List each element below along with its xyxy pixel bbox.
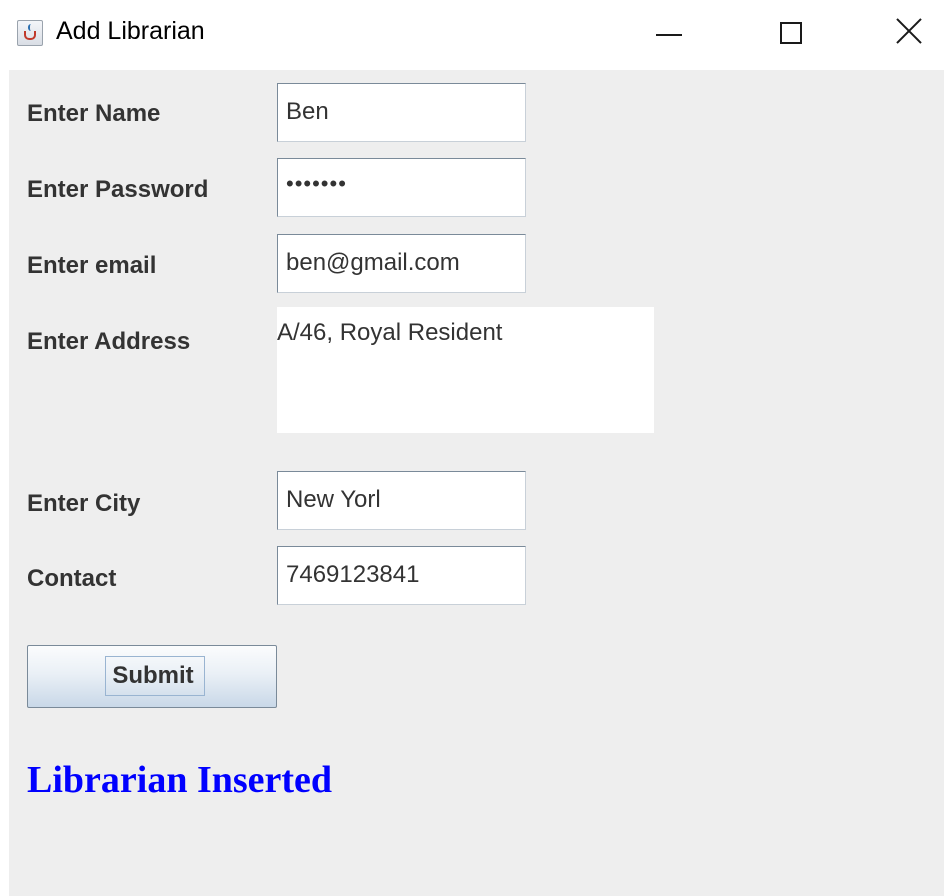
city-label: Enter City xyxy=(27,490,141,517)
name-field[interactable]: Ben xyxy=(277,83,526,142)
window-title: Add Librarian xyxy=(56,17,205,45)
address-label: Enter Address xyxy=(27,328,191,355)
add-librarian-window: Add Librarian Enter Name Ben Enter Passw… xyxy=(0,0,944,896)
contact-label: Contact xyxy=(27,565,117,592)
submit-button-label: Submit xyxy=(112,662,194,689)
city-field[interactable]: New Yorl xyxy=(277,471,526,530)
maximize-button[interactable] xyxy=(762,0,822,68)
password-field[interactable]: ••••••• xyxy=(277,158,526,217)
close-icon xyxy=(894,16,924,46)
status-message: Librarian Inserted xyxy=(27,759,333,801)
address-textarea[interactable]: A/46, Royal Resident xyxy=(277,307,654,433)
email-field[interactable]: ben@gmail.com xyxy=(277,234,526,293)
minimize-button[interactable] xyxy=(640,0,700,68)
submit-button[interactable]: Submit xyxy=(27,645,277,708)
name-label: Enter Name xyxy=(27,100,161,127)
email-label: Enter email xyxy=(27,252,157,279)
title-bar[interactable]: Add Librarian xyxy=(0,0,944,70)
maximize-icon xyxy=(780,22,802,44)
contact-field[interactable]: 7469123841 xyxy=(277,546,526,605)
form-panel: Enter Name Ben Enter Password ••••••• En… xyxy=(9,70,944,896)
java-cup-icon xyxy=(17,20,43,46)
password-label: Enter Password xyxy=(27,176,209,203)
close-button[interactable] xyxy=(878,0,938,68)
minimize-icon xyxy=(656,34,682,36)
